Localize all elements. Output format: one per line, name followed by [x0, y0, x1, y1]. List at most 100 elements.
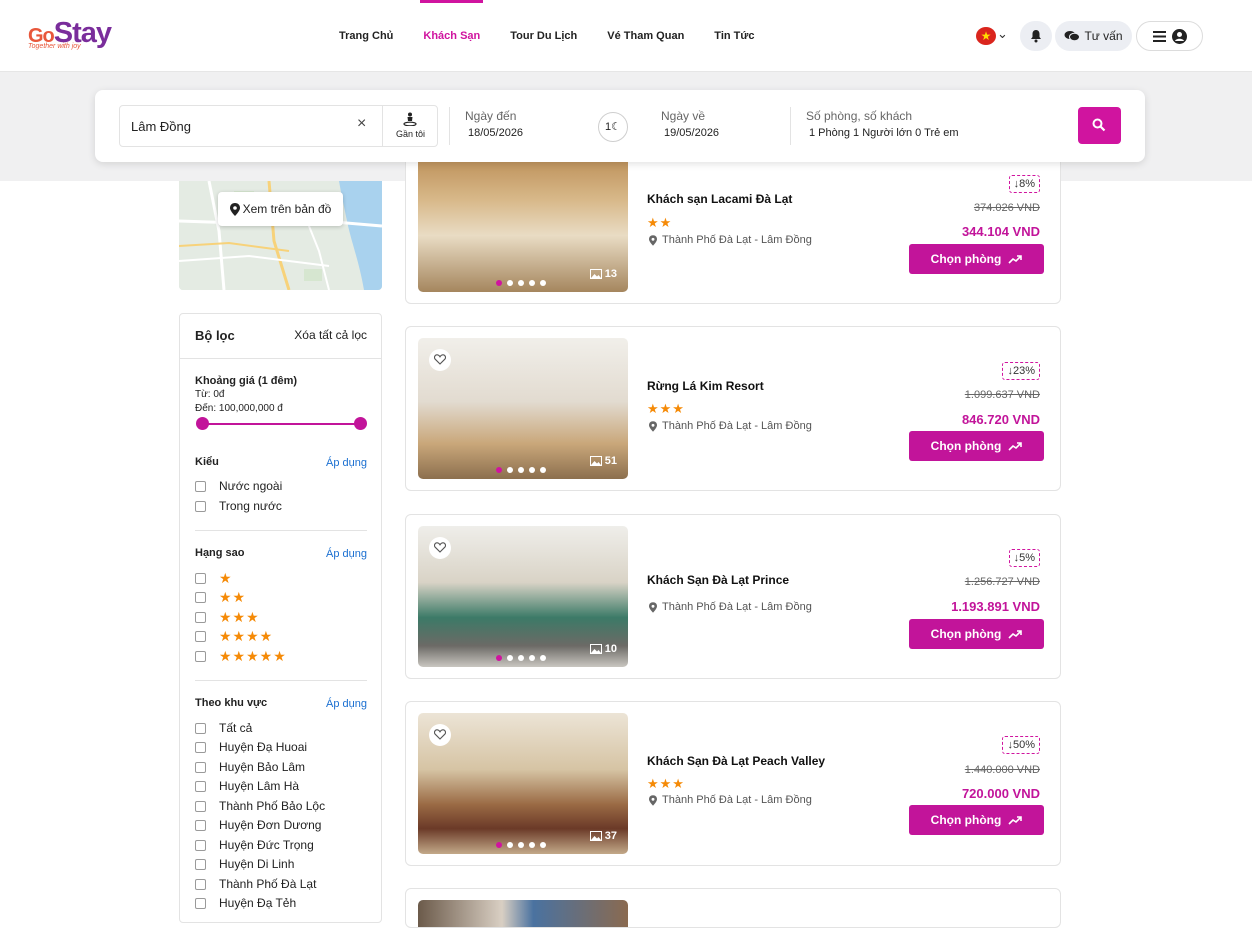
checkbox[interactable] [195, 858, 206, 870]
image-count: 51 [589, 455, 617, 467]
divider [180, 358, 381, 359]
type-option[interactable]: Nước ngoài [195, 478, 282, 494]
checkout-label: Ngày về [661, 109, 706, 123]
account-menu-button[interactable] [1136, 21, 1203, 51]
area-option[interactable]: Thành Phố Bảo Lộc [195, 798, 325, 814]
favorite-button[interactable] [429, 724, 451, 746]
checkbox[interactable] [195, 878, 206, 890]
checkbox[interactable] [195, 630, 206, 642]
discount-badge: ↓5% [1008, 549, 1040, 567]
area-apply-link[interactable]: Áp dụng [326, 698, 367, 710]
vietnam-flag-icon[interactable]: ★ [976, 27, 996, 45]
clear-filters-link[interactable]: Xóa tất cả lọc [294, 328, 367, 342]
area-option[interactable]: Huyện Di Linh [195, 856, 294, 872]
area-option[interactable]: Huyện Đạ Tẻh [195, 895, 296, 911]
discount-badge: ↓23% [1002, 362, 1040, 380]
type-option[interactable]: Trong nước [195, 498, 282, 514]
hotel-name[interactable]: Rừng Lá Kim Resort [647, 379, 764, 393]
choose-room-button[interactable]: Chọn phòng [909, 431, 1044, 461]
area-option[interactable]: Huyện Đức Trọng [195, 837, 314, 853]
nav-tours[interactable]: Tour Du Lịch [495, 0, 592, 72]
clear-icon[interactable]: × [357, 115, 366, 133]
checkbox[interactable] [195, 480, 206, 492]
search-icon [1092, 118, 1106, 132]
area-option[interactable]: Thành Phố Đà Lạt [195, 876, 316, 892]
checkbox[interactable] [195, 897, 206, 909]
star-option-1[interactable]: ★ [195, 570, 233, 586]
carousel-dots[interactable] [496, 467, 546, 473]
hotel-name[interactable]: Khách Sạn Đà Lạt Prince [647, 573, 789, 587]
choose-room-button[interactable]: Chọn phòng [909, 619, 1044, 649]
checkout-date[interactable]: 19/05/2026 [664, 127, 719, 139]
checkin-date[interactable]: 18/05/2026 [468, 127, 523, 139]
stars-apply-link[interactable]: Áp dụng [326, 548, 367, 560]
heart-icon [433, 729, 447, 740]
checkbox[interactable] [195, 722, 206, 734]
notification-button[interactable] [1020, 21, 1052, 51]
location-person-icon [403, 112, 417, 126]
area-option[interactable]: Huyện Bảo Lâm [195, 759, 305, 775]
filter-title: Bộ lọc [195, 328, 235, 343]
checkbox[interactable] [195, 761, 206, 773]
near-me-button[interactable]: Gần tôi [382, 106, 438, 146]
search-button[interactable] [1078, 107, 1121, 144]
checkbox[interactable] [195, 800, 206, 812]
carousel-dots[interactable] [496, 842, 546, 848]
area-option[interactable]: Huyện Đơn Dương [195, 817, 321, 833]
hotel-photo[interactable]: 10 [418, 526, 628, 667]
checkbox[interactable] [195, 780, 206, 792]
chat-icon [1064, 31, 1081, 42]
guests-value[interactable]: 1 Phòng 1 Người lớn 0 Trẻ em [809, 127, 959, 139]
type-title: Kiểu [195, 456, 219, 468]
checkbox[interactable] [195, 819, 206, 831]
nav-hotels[interactable]: Khách Sạn [408, 0, 495, 72]
checkbox[interactable] [195, 839, 206, 851]
checkbox[interactable] [195, 591, 206, 603]
choose-room-button[interactable]: Chọn phòng [909, 805, 1044, 835]
price-slider-min-handle[interactable] [196, 417, 209, 430]
hotel-photo[interactable]: 37 [418, 713, 628, 854]
carousel-dots[interactable] [496, 280, 546, 286]
hotel-photo[interactable]: 13 [418, 151, 628, 292]
star-option-3[interactable]: ★★★ [195, 609, 260, 625]
choose-room-button[interactable]: Chọn phòng [909, 244, 1044, 274]
hotel-card[interactable]: 51 Rừng Lá Kim Resort ★★★ Thành Phố Đà L… [405, 326, 1061, 491]
carousel-dots[interactable] [496, 655, 546, 661]
favorite-button[interactable] [429, 537, 451, 559]
area-option[interactable]: Huyện Lâm Hà [195, 778, 299, 794]
nav-tickets[interactable]: Vé Tham Quan [592, 0, 699, 72]
checkbox[interactable] [195, 650, 206, 662]
map-pin-icon [649, 420, 657, 432]
area-option[interactable]: Huyện Đạ Huoai [195, 739, 307, 755]
checkbox[interactable] [195, 611, 206, 623]
hotel-name[interactable]: Khách sạn Lacami Đà Lạt [647, 192, 792, 206]
area-option[interactable]: Tất cả [195, 720, 252, 736]
type-apply-link[interactable]: Áp dụng [326, 457, 367, 469]
checkbox[interactable] [195, 500, 206, 512]
star-option-5[interactable]: ★★★★★ [195, 648, 287, 664]
star-option-2[interactable]: ★★ [195, 589, 246, 605]
hotel-name[interactable]: Khách Sạn Đà Lạt Peach Valley [647, 754, 825, 768]
hotel-card[interactable] [405, 888, 1061, 928]
checkbox[interactable] [195, 572, 206, 584]
destination-field[interactable]: Lâm Đồng × Gần tôi [119, 105, 438, 147]
divider [790, 107, 791, 145]
star-option-4[interactable]: ★★★★ [195, 628, 273, 644]
gostay-logo[interactable]: GoStay Together with joy [28, 18, 124, 54]
hotel-card[interactable]: 10 Khách Sạn Đà Lạt Prince Thành Phố Đà … [405, 514, 1061, 679]
chevron-down-icon[interactable]: ⌄ [997, 26, 1008, 42]
search-card: Lâm Đồng × Gần tôi Ngày đến 18/05/2026 1… [95, 90, 1145, 162]
consult-button[interactable]: Tư vấn [1055, 21, 1132, 51]
hotel-photo[interactable]: 51 [418, 338, 628, 479]
price-slider-track[interactable] [202, 423, 360, 425]
heart-icon [433, 542, 447, 553]
hotel-card[interactable]: 13 Khách sạn Lacami Đà Lạt ★★ Thành Phố … [405, 139, 1061, 304]
hotel-photo[interactable] [418, 900, 628, 927]
nav-news[interactable]: Tin Tức [699, 0, 769, 72]
favorite-button[interactable] [429, 349, 451, 371]
nav-home[interactable]: Trang Chủ [324, 0, 408, 72]
checkbox[interactable] [195, 741, 206, 753]
price-slider-max-handle[interactable] [354, 417, 367, 430]
hotel-card[interactable]: 37 Khách Sạn Đà Lạt Peach Valley ★★★ Thà… [405, 701, 1061, 866]
view-on-map-button[interactable]: Xem trên bản đồ [218, 192, 343, 226]
